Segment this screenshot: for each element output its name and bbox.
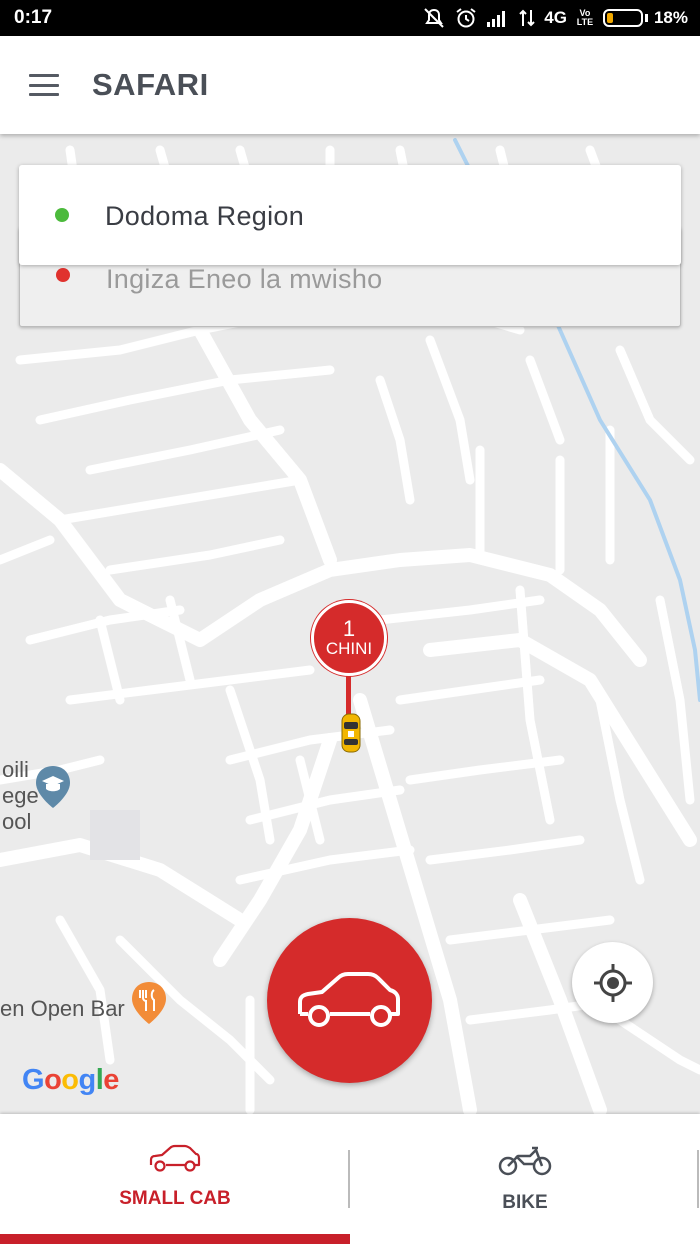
menu-button[interactable] [0, 36, 88, 134]
status-bar: 0:17 4G Vo LTE 18% [0, 0, 700, 36]
eta-pin-marker[interactable]: 1 CHINI [311, 600, 387, 676]
battery-percent: 18% [653, 8, 688, 27]
pickup-field[interactable]: Dodoma Region [19, 165, 681, 265]
mute-icon [424, 8, 444, 28]
motorbike-icon [498, 1146, 552, 1176]
pickup-value: Dodoma Region [105, 201, 305, 231]
data-arrows-icon [519, 9, 535, 27]
taxi-car-icon [341, 713, 361, 753]
status-time: 0:17 [14, 7, 53, 28]
app-bar: SAFARI [0, 36, 700, 134]
pin-count: 1 [342, 616, 356, 641]
battery-icon [602, 9, 643, 27]
school-pin-icon[interactable] [34, 764, 72, 810]
tab-small-cab[interactable]: SMALL CAB [0, 1114, 350, 1244]
tab-bike[interactable]: BIKE [350, 1114, 700, 1244]
my-location-icon [593, 963, 632, 1002]
hamburger-menu-icon [29, 74, 59, 96]
active-tab-indicator [0, 1234, 350, 1244]
tab-small-cab-label: SMALL CAB [119, 1188, 231, 1209]
my-location-button[interactable] [572, 942, 653, 1023]
alarm-icon [456, 8, 476, 28]
car-icon [149, 1144, 201, 1172]
map-label-school: oili ege ool [2, 757, 39, 834]
page-title: SAFARI [92, 67, 209, 102]
restaurant-pin-icon[interactable] [130, 980, 168, 1026]
request-ride-button[interactable] [267, 918, 432, 1083]
location-card: Ingiza Eneo la mwisho Dodoma Region [19, 165, 681, 327]
status-icons: 4G Vo LTE 18% [422, 7, 688, 29]
google-logo: Google [22, 1064, 119, 1096]
vehicle-tabs: SMALL CAB BIKE [0, 1114, 700, 1244]
network-type: 4G [544, 8, 567, 27]
destination-placeholder: Ingiza Eneo la mwisho [106, 264, 383, 294]
tab-divider [348, 1150, 350, 1208]
map-label-bar: en Open Bar [0, 996, 125, 1021]
destination-dot-icon [56, 268, 70, 282]
battery-indicator: 18% [602, 8, 688, 28]
signal-icon [487, 11, 506, 27]
tab-bike-label: BIKE [502, 1192, 548, 1213]
pin-label: CHINI [325, 639, 373, 658]
car-icon [297, 971, 400, 1027]
tab-divider-right [697, 1150, 699, 1208]
pickup-dot-icon [55, 208, 69, 222]
volte-badge: Vo LTE [576, 8, 594, 27]
